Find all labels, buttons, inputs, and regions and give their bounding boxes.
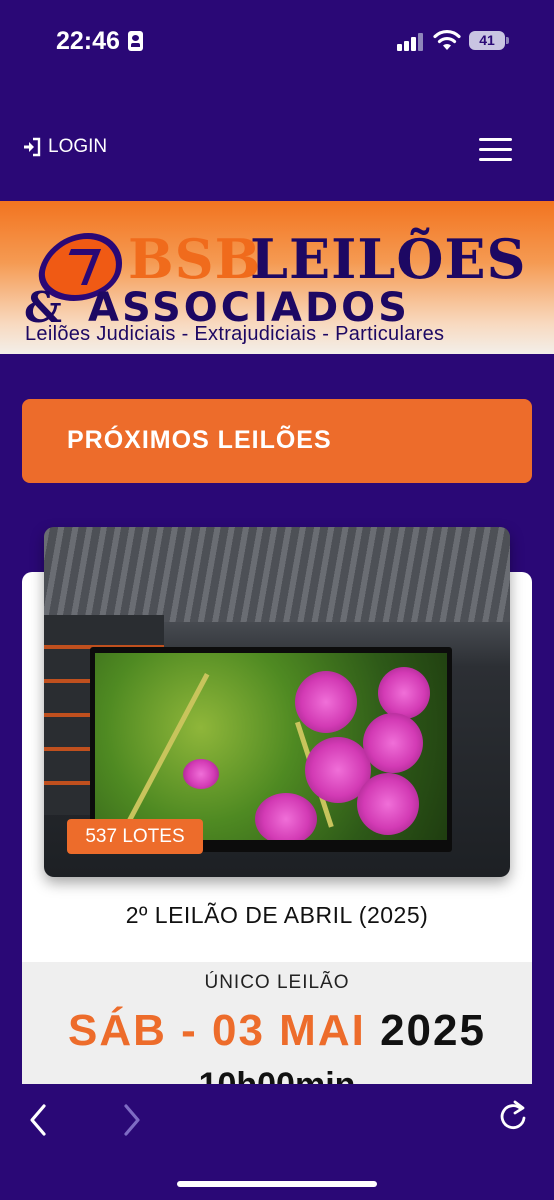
- login-button[interactable]: LOGIN: [22, 136, 107, 158]
- signal-icon: [397, 33, 425, 51]
- top-nav: LOGIN: [22, 128, 532, 168]
- login-icon: [24, 137, 41, 157]
- brand-banner[interactable]: BSB LEILÕES & ASSOCIADOS Leilões Judicia…: [0, 201, 554, 354]
- reload-icon[interactable]: [496, 1098, 530, 1134]
- menu-icon[interactable]: [479, 138, 512, 162]
- brand-tagline: Leilões Judiciais - Extrajudiciais - Par…: [25, 323, 445, 345]
- home-indicator[interactable]: [177, 1181, 377, 1187]
- auction-date: SÁB - 03 MAI 2025: [22, 1006, 532, 1056]
- auction-date-year: 2025: [380, 1006, 486, 1055]
- forward-icon[interactable]: [116, 1102, 146, 1138]
- auction-type: ÚNICO LEILÃO: [204, 972, 350, 993]
- id-card-icon: [128, 31, 143, 51]
- brand-name-blue: LEILÕES: [250, 227, 527, 291]
- brand-name-orange: BSB: [128, 227, 262, 291]
- lots-badge: 537 LOTES: [67, 819, 203, 854]
- auction-date-day: SÁB - 03 MAI: [68, 1006, 366, 1055]
- login-label: LOGIN: [48, 136, 108, 157]
- status-bar: 22:46 41: [0, 0, 554, 84]
- auction-title[interactable]: 2º LEILÃO DE ABRIL (2025): [22, 902, 532, 929]
- proximos-leiloes-button[interactable]: PRÓXIMOS LEILÕES: [22, 399, 532, 483]
- wifi-icon: [433, 29, 461, 50]
- back-icon[interactable]: [24, 1102, 54, 1138]
- status-time: 22:46: [56, 27, 120, 55]
- battery-icon: 41: [469, 31, 509, 50]
